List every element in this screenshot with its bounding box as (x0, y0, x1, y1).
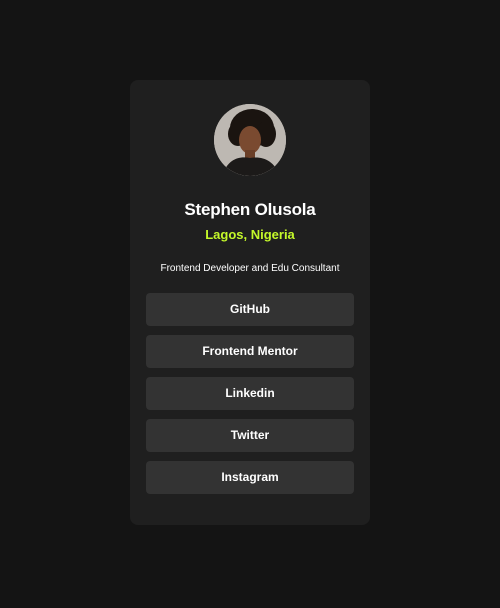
profile-photo-icon (214, 104, 286, 176)
profile-bio: Frontend Developer and Edu Consultant (160, 263, 340, 274)
github-link-button[interactable]: GitHub (146, 293, 354, 326)
twitter-link-button[interactable]: Twitter (146, 419, 354, 452)
profile-location: Lagos, Nigeria (205, 227, 295, 242)
avatar (214, 104, 286, 176)
profile-card: Stephen Olusola Lagos, Nigeria Frontend … (130, 80, 370, 525)
profile-name: Stephen Olusola (184, 200, 316, 219)
linkedin-link-button[interactable]: Linkedin (146, 377, 354, 410)
instagram-link-button[interactable]: Instagram (146, 461, 354, 494)
social-links: GitHub Frontend Mentor Linkedin Twitter … (146, 293, 354, 503)
frontend-mentor-link-button[interactable]: Frontend Mentor (146, 335, 354, 368)
